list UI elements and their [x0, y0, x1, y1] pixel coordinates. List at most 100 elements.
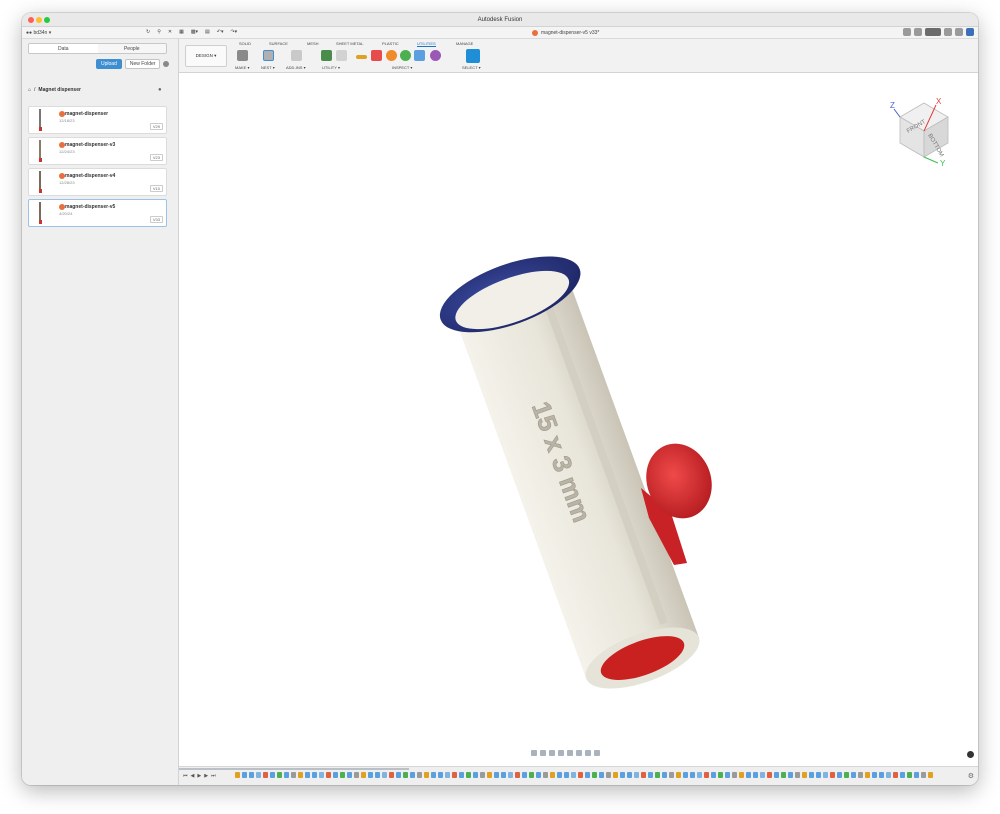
- upload-button[interactable]: Upload: [96, 59, 122, 69]
- timeline-feature-icon[interactable]: [473, 772, 478, 778]
- timeline-feature-icon[interactable]: [858, 772, 863, 778]
- timeline-feature-icon[interactable]: [690, 772, 695, 778]
- section-analysis-icon[interactable]: [430, 50, 441, 61]
- draft-analysis-icon[interactable]: [414, 50, 425, 61]
- interference-icon[interactable]: [371, 50, 382, 61]
- timeline-feature-icon[interactable]: [879, 772, 884, 778]
- group-nest[interactable]: NEST ▾: [261, 65, 275, 70]
- scripts-addins-icon[interactable]: [291, 50, 302, 61]
- timeline-feature-icon[interactable]: [781, 772, 786, 778]
- document-tab[interactable]: magnet-dispenser-v5 v33*: [532, 30, 599, 36]
- timeline-feature-icon[interactable]: [550, 772, 555, 778]
- timeline-feature-icon[interactable]: [739, 772, 744, 778]
- timeline-feature-icon[interactable]: [921, 772, 926, 778]
- workspace-switcher[interactable]: DESIGN ▾: [185, 45, 227, 67]
- timeline-feature-icon[interactable]: [809, 772, 814, 778]
- timeline-feature-icon[interactable]: [802, 772, 807, 778]
- tab-mesh[interactable]: MESH: [307, 41, 319, 46]
- tab-sheet-metal[interactable]: SHEET METAL: [336, 41, 363, 46]
- add-tab-icon[interactable]: [903, 28, 911, 36]
- timeline-feature-icon[interactable]: [627, 772, 632, 778]
- timeline-feature-icon[interactable]: [711, 772, 716, 778]
- timeline-feature-icon[interactable]: [410, 772, 415, 778]
- timeline-feature-icon[interactable]: [746, 772, 751, 778]
- tab-utilities[interactable]: UTILITIES: [417, 41, 436, 47]
- timeline-feature-icon[interactable]: [347, 772, 352, 778]
- timeline-settings-gear-icon[interactable]: ⚙: [968, 772, 974, 780]
- chat-icon[interactable]: ●: [158, 87, 162, 93]
- tab-surface[interactable]: SURFACE: [269, 41, 288, 46]
- timeline-feature-icon[interactable]: [683, 772, 688, 778]
- help-icon[interactable]: [955, 28, 963, 36]
- online-status-icon[interactable]: [914, 28, 922, 36]
- refresh-icon[interactable]: ↻: [146, 29, 150, 35]
- viewports-icon[interactable]: [594, 750, 600, 756]
- timeline-feature-icon[interactable]: [648, 772, 653, 778]
- redo-icon[interactable]: ↷▾: [230, 29, 237, 35]
- version-badge[interactable]: V33: [149, 216, 163, 223]
- pan-icon[interactable]: [549, 750, 555, 756]
- timeline-feature-icon[interactable]: [676, 772, 681, 778]
- timeline-feature-icon[interactable]: [354, 772, 359, 778]
- timeline-feature-icon[interactable]: [557, 772, 562, 778]
- timeline-feature-icon[interactable]: [242, 772, 247, 778]
- timeline-feature-icon[interactable]: [389, 772, 394, 778]
- timeline-feature-icon[interactable]: [620, 772, 625, 778]
- timeline-feature-icon[interactable]: [312, 772, 317, 778]
- timeline-feature-icon[interactable]: [326, 772, 331, 778]
- tab-solid[interactable]: SOLID: [239, 41, 251, 46]
- timeline-feature-icon[interactable]: [536, 772, 541, 778]
- group-make[interactable]: MAKE ▾: [235, 65, 249, 70]
- go-to-end-icon[interactable]: ⏭: [211, 773, 216, 779]
- file-card-selected[interactable]: magnet-dispenser-v5 4/20/24 V33: [28, 199, 167, 227]
- zebra-analysis-icon[interactable]: [400, 50, 411, 61]
- timeline-feature-icon[interactable]: [823, 772, 828, 778]
- comments-icon[interactable]: [967, 751, 974, 758]
- timeline-feature-icon[interactable]: [431, 772, 436, 778]
- timeline-feature-icon[interactable]: [578, 772, 583, 778]
- timeline-feature-icon[interactable]: [480, 772, 485, 778]
- save-icon[interactable]: ▤: [205, 29, 210, 35]
- grid-settings-icon[interactable]: [585, 750, 591, 756]
- utility-traffic-icon[interactable]: [321, 50, 332, 61]
- timeline-feature-icon[interactable]: [515, 772, 520, 778]
- timeline-feature-icon[interactable]: [760, 772, 765, 778]
- go-to-start-icon[interactable]: ⏮: [183, 773, 188, 779]
- group-inspect[interactable]: INSPECT ▾: [392, 65, 412, 70]
- file-card[interactable]: magnet-dispenser 12/18/23 V29: [28, 106, 167, 134]
- timeline-feature-icon[interactable]: [256, 772, 261, 778]
- timeline-feature-icon[interactable]: [452, 772, 457, 778]
- timeline-feature-icon[interactable]: [928, 772, 933, 778]
- play-icon[interactable]: ▶: [197, 773, 201, 779]
- timeline-feature-icon[interactable]: [732, 772, 737, 778]
- file-icon[interactable]: ▩▾: [191, 29, 198, 35]
- timeline-feature-icon[interactable]: [522, 772, 527, 778]
- version-badge[interactable]: V29: [149, 123, 163, 130]
- timeline-feature-icon[interactable]: [494, 772, 499, 778]
- settings-gear-icon[interactable]: [163, 61, 170, 67]
- home-icon[interactable]: ⌂: [28, 87, 31, 93]
- timeline-feature-icon[interactable]: [893, 772, 898, 778]
- timeline-feature-icon[interactable]: [844, 772, 849, 778]
- timeline-feature-icon[interactable]: [284, 772, 289, 778]
- timeline-feature-icon[interactable]: [795, 772, 800, 778]
- timeline-feature-icon[interactable]: [767, 772, 772, 778]
- maximize-window-button[interactable]: [44, 17, 50, 23]
- search-icon[interactable]: ⚲: [157, 29, 161, 35]
- timeline-feature-icon[interactable]: [340, 772, 345, 778]
- timeline-feature-icon[interactable]: [613, 772, 618, 778]
- tab-people[interactable]: People: [97, 44, 166, 53]
- file-card[interactable]: magnet-dispenser-v4 12/28/23 V10: [28, 168, 167, 196]
- timeline-feature-icon[interactable]: [571, 772, 576, 778]
- timeline-feature-icon[interactable]: [725, 772, 730, 778]
- timeline-feature-icon[interactable]: [529, 772, 534, 778]
- display-settings-icon[interactable]: [576, 750, 582, 756]
- profile-avatar[interactable]: [966, 28, 974, 36]
- notifications-icon[interactable]: [944, 28, 952, 36]
- timeline-feature-icon[interactable]: [305, 772, 310, 778]
- timeline-feature-icon[interactable]: [592, 772, 597, 778]
- group-utility[interactable]: UTILITY ▾: [322, 65, 340, 70]
- timeline-feature-icon[interactable]: [634, 772, 639, 778]
- timeline-feature-icon[interactable]: [872, 772, 877, 778]
- measure-icon[interactable]: [356, 55, 367, 59]
